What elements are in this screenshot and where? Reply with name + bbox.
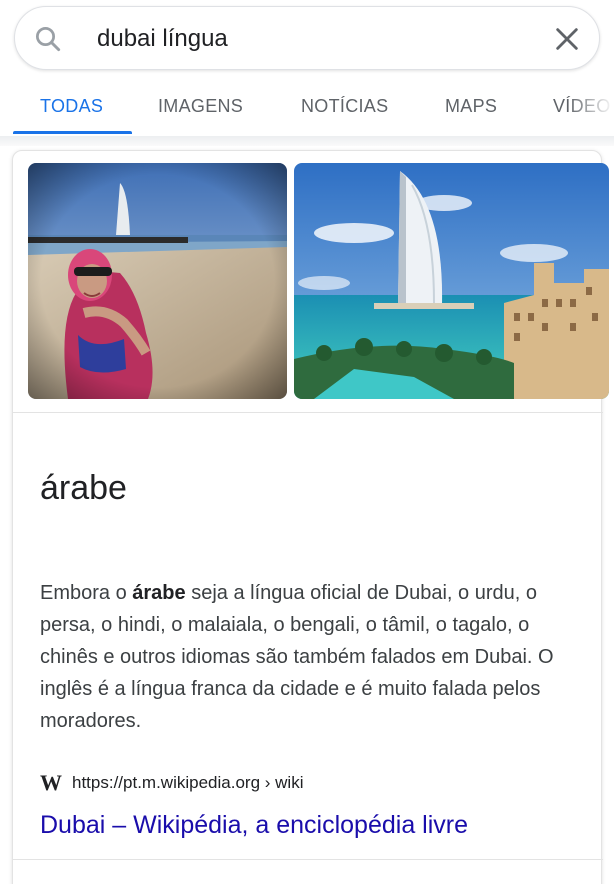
description-bold-term: árabe (132, 582, 186, 604)
source-url[interactable]: https://pt.m.wikipedia.org › wiki (72, 773, 303, 793)
active-tab-indicator (13, 131, 132, 134)
source-row: W https://pt.m.wikipedia.org › wiki (40, 770, 303, 795)
close-icon[interactable] (553, 25, 581, 53)
beach-photo[interactable] (28, 163, 287, 399)
tab-maps[interactable]: MAPS (445, 96, 497, 117)
search-tabs: TODAS IMAGENS NOTÍCIAS MAPS VÍDEO (0, 84, 614, 136)
answer-description: Embora o árabe seja a língua oficial de … (40, 577, 580, 737)
card-divider (13, 859, 603, 860)
tab-noticias[interactable]: NOTÍCIAS (301, 96, 388, 117)
tab-imagens[interactable]: IMAGENS (158, 96, 243, 117)
tabs-fade (568, 84, 614, 136)
image-strip (13, 151, 609, 413)
result-link[interactable]: Dubai – Wikipédia, a enciclopédia livre (40, 811, 468, 840)
knowledge-card: árabe Embora o árabe seja a língua ofici… (12, 150, 609, 884)
tabs-divider (0, 136, 614, 146)
search-input[interactable] (97, 25, 517, 53)
description-text-post: seja a língua oficial de Dubai, o urdu, … (40, 582, 554, 732)
tab-todas[interactable]: TODAS (40, 96, 103, 117)
search-bar[interactable] (14, 6, 600, 70)
description-text-pre: Embora o (40, 582, 133, 604)
answer-title: árabe (40, 469, 127, 507)
wikipedia-icon: W (40, 770, 62, 795)
burj-al-arab-photo[interactable] (294, 163, 609, 399)
search-icon[interactable] (33, 24, 63, 54)
